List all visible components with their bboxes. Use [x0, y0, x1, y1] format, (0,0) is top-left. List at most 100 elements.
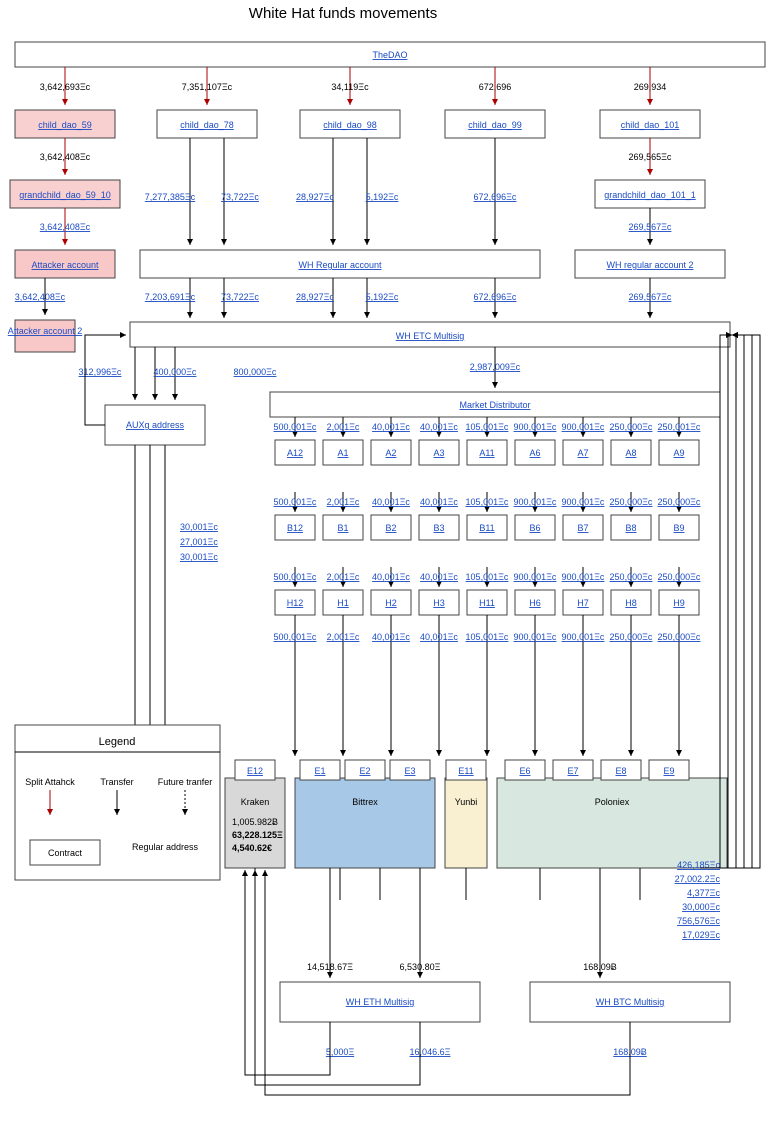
svg-text:7,277,385Ξc[interactable]: 7,277,385Ξc	[145, 192, 196, 202]
grid-cell-H2[interactable]: H2	[385, 598, 397, 608]
grid-cell-H8[interactable]: H8	[625, 598, 637, 608]
grid-cell-H9[interactable]: H9	[673, 598, 685, 608]
svg-text:3,642,408Ξc[interactable]: 3,642,408Ξc	[40, 222, 91, 232]
svg-text:900,001Ξc[interactable]: 900,001Ξc	[562, 572, 605, 582]
svg-text:105,001Ξc[interactable]: 105,001Ξc	[466, 422, 509, 432]
grid-cell-H1[interactable]: H1	[337, 598, 349, 608]
exchange-E3[interactable]: E3	[404, 766, 415, 776]
svg-text:900,001Ξc[interactable]: 900,001Ξc	[514, 497, 557, 507]
grid-cell-B12[interactable]: B12	[287, 523, 303, 533]
exchange-E9[interactable]: E9	[663, 766, 674, 776]
svg-text:250,000Ξc[interactable]: 250,000Ξc	[610, 422, 653, 432]
svg-text:WH BTC Multisig[interactable]: WH BTC Multisig	[596, 997, 665, 1007]
svg-text:WH regular account 2[interactable]: WH regular account 2	[606, 260, 693, 270]
exchange-E6[interactable]: E6	[519, 766, 530, 776]
exchange-E11[interactable]: E11	[458, 766, 473, 776]
svg-text:child_dao_78[interactable]: child_dao_78	[180, 120, 234, 130]
svg-text:2,001Ξc[interactable]: 2,001Ξc	[327, 497, 360, 507]
svg-text:AUXg address[interactable]: AUXg address	[126, 420, 185, 430]
svg-text:250,000Ξc[interactable]: 250,000Ξc	[658, 572, 701, 582]
exchange-E8[interactable]: E8	[615, 766, 626, 776]
svg-text:16,046.6Ξ[interactable]: 16,046.6Ξ	[410, 1047, 451, 1057]
svg-text:800,000Ξc[interactable]: 800,000Ξc	[234, 367, 277, 377]
svg-text:7,203,691Ξc[interactable]: 7,203,691Ξc	[145, 292, 196, 302]
svg-text:40,001Ξc[interactable]: 40,001Ξc	[420, 497, 458, 507]
svg-text:5,192Ξc[interactable]: 5,192Ξc	[366, 292, 399, 302]
svg-text:40,001Ξc[interactable]: 40,001Ξc	[420, 422, 458, 432]
grid-cell-A8[interactable]: A8	[625, 448, 636, 458]
svg-text:40,001Ξc[interactable]: 40,001Ξc	[420, 632, 458, 642]
svg-text:500,001Ξc[interactable]: 500,001Ξc	[274, 572, 317, 582]
grid-cell-A7[interactable]: A7	[577, 448, 588, 458]
svg-text:2,987,009Ξc[interactable]: 2,987,009Ξc	[470, 362, 521, 372]
grid-cell-A3[interactable]: A3	[433, 448, 444, 458]
svg-text:Market Distributor[interactable]: Market Distributor	[459, 400, 530, 410]
svg-text:672,696Ξc[interactable]: 672,696Ξc	[474, 192, 517, 202]
svg-text:250,000Ξc[interactable]: 250,000Ξc	[610, 497, 653, 507]
svg-text:child_dao_98[interactable]: child_dao_98	[323, 120, 377, 130]
exchange-E2[interactable]: E2	[359, 766, 370, 776]
svg-text:400,000Ξc[interactable]: 400,000Ξc	[154, 367, 197, 377]
svg-text:28,927Ξc[interactable]: 28,927Ξc	[296, 292, 334, 302]
exchange-E7[interactable]: E7	[567, 766, 578, 776]
svg-text:Attacker account[interactable]: Attacker account	[31, 260, 99, 270]
svg-text:500,001Ξc[interactable]: 500,001Ξc	[274, 497, 317, 507]
svg-text:3,642,408Ξc[interactable]: 3,642,408Ξc	[15, 292, 66, 302]
svg-text:900,001Ξc[interactable]: 900,001Ξc	[562, 632, 605, 642]
svg-text:73,722Ξc[interactable]: 73,722Ξc	[221, 192, 259, 202]
svg-text:40,001Ξc[interactable]: 40,001Ξc	[372, 422, 410, 432]
svg-text:900,001Ξc[interactable]: 900,001Ξc	[514, 422, 557, 432]
grid-cell-B7[interactable]: B7	[577, 523, 588, 533]
svg-text:WH ETH Multisig[interactable]: WH ETH Multisig	[346, 997, 415, 1007]
grid-cell-A2[interactable]: A2	[385, 448, 396, 458]
svg-text:WH Regular account[interactable]: WH Regular account	[298, 260, 382, 270]
grid-cell-B1[interactable]: B1	[337, 523, 348, 533]
grid-cell-B8[interactable]: B8	[625, 523, 636, 533]
grid-cell-A6[interactable]: A6	[529, 448, 540, 458]
grid-cell-H6[interactable]: H6	[529, 598, 541, 608]
svg-text:2,001Ξc[interactable]: 2,001Ξc	[327, 572, 360, 582]
svg-text:500,001Ξc[interactable]: 500,001Ξc	[274, 632, 317, 642]
exchange-E12[interactable]: E12	[247, 766, 263, 776]
svg-text:2,001Ξc[interactable]: 2,001Ξc	[327, 422, 360, 432]
svg-text:250,000Ξc[interactable]: 250,000Ξc	[658, 497, 701, 507]
svg-text:5,192Ξc[interactable]: 5,192Ξc	[366, 192, 399, 202]
svg-text:40,001Ξc[interactable]: 40,001Ξc	[372, 572, 410, 582]
svg-text:40,001Ξc[interactable]: 40,001Ξc	[420, 572, 458, 582]
grid-cell-A1[interactable]: A1	[337, 448, 348, 458]
svg-text:child_dao_59[interactable]: child_dao_59	[38, 120, 92, 130]
grid-cell-H7[interactable]: H7	[577, 598, 589, 608]
svg-text:WH ETC Multisig[interactable]: WH ETC Multisig	[396, 331, 465, 341]
svg-text:269,567Ξc[interactable]: 269,567Ξc	[629, 292, 672, 302]
svg-text:250,000Ξc[interactable]: 250,000Ξc	[610, 632, 653, 642]
exchange-E1[interactable]: E1	[314, 766, 325, 776]
grid-cell-H12[interactable]: H12	[287, 598, 304, 608]
svg-text:269,567Ξc[interactable]: 269,567Ξc	[629, 222, 672, 232]
grid-cell-H11[interactable]: H11	[479, 598, 495, 608]
svg-text:30,000Ξc[interactable]: 30,000Ξc	[682, 902, 720, 912]
grid-cell-A12[interactable]: A12	[287, 448, 303, 458]
grid-cell-A11[interactable]: A11	[479, 448, 494, 458]
svg-text:672,696Ξc[interactable]: 672,696Ξc	[474, 292, 517, 302]
svg-text:Attacker account 2[interactable]: Attacker account 2	[8, 326, 83, 336]
svg-text:child_dao_99[interactable]: child_dao_99	[468, 120, 522, 130]
svg-text:27,001Ξc[interactable]: 27,001Ξc	[180, 537, 218, 547]
svg-text:28,927Ξc[interactable]: 28,927Ξc	[296, 192, 334, 202]
grid-cell-B6[interactable]: B6	[529, 523, 540, 533]
svg-text:105,001Ξc[interactable]: 105,001Ξc	[466, 632, 509, 642]
svg-text:250,000Ξc[interactable]: 250,000Ξc	[610, 572, 653, 582]
svg-text:grandchild_dao_101_1[interactable]: grandchild_dao_101_1	[604, 190, 696, 200]
svg-text:73,722Ξc[interactable]: 73,722Ξc	[221, 292, 259, 302]
svg-text:grandchild_dao_59_10[interactable]: grandchild_dao_59_10	[19, 190, 111, 200]
grid-cell-B9[interactable]: B9	[673, 523, 684, 533]
svg-text:900,001Ξc[interactable]: 900,001Ξc	[514, 632, 557, 642]
grid-cell-A9[interactable]: A9	[673, 448, 684, 458]
svg-text:250,000Ξc[interactable]: 250,000Ξc	[658, 632, 701, 642]
grid-cell-B2[interactable]: B2	[385, 523, 396, 533]
svg-text:2,001Ξc[interactable]: 2,001Ξc	[327, 632, 360, 642]
svg-text:900,001Ξc[interactable]: 900,001Ξc	[514, 572, 557, 582]
svg-text:900,001Ξc[interactable]: 900,001Ξc	[562, 422, 605, 432]
grid-cell-H3[interactable]: H3	[433, 598, 445, 608]
svg-text:child_dao_101[interactable]: child_dao_101	[621, 120, 680, 130]
grid-cell-B11[interactable]: B11	[479, 523, 494, 533]
